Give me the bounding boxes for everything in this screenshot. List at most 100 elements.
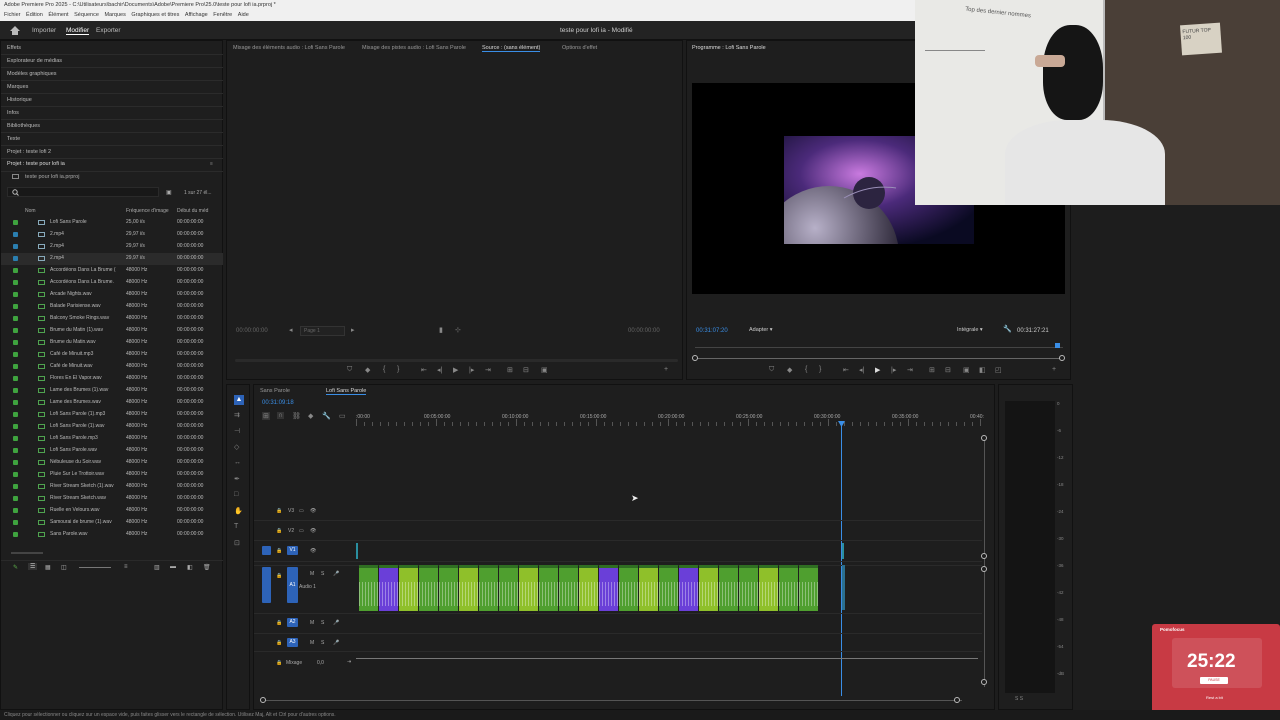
panel-projet-lofi2[interactable]: Projet : teste lofi 2 [7, 149, 51, 155]
pencil-icon[interactable]: ✎ [13, 564, 18, 571]
program-timecode[interactable]: 00:31:07:20 [696, 328, 728, 334]
label-color-swatch[interactable] [13, 412, 18, 417]
label-color-swatch[interactable] [13, 220, 18, 225]
lift-icon[interactable]: ⊞ [929, 366, 935, 374]
hand-tool-icon[interactable]: ✋ [234, 507, 243, 515]
tab-importer[interactable]: Importer [32, 27, 56, 34]
pen-tool-icon[interactable]: ✒ [234, 475, 240, 483]
prog-step-forward-icon[interactable]: |▸ [891, 366, 896, 374]
add-marker-tl-icon[interactable]: ◆ [308, 412, 313, 420]
settings-wrench-icon[interactable]: 🔧 [1003, 325, 1012, 333]
panel-historique[interactable]: Historique [7, 97, 32, 103]
play-icon[interactable]: ▶ [453, 366, 458, 374]
tab-sequence-sans-parole[interactable]: Sans Parole [260, 388, 290, 394]
vscroll-mid2-handle[interactable] [981, 566, 987, 572]
hscroll-left-handle[interactable] [260, 697, 266, 703]
export-frame-icon[interactable]: ▣ [541, 366, 548, 374]
vscroll-mid-handle[interactable] [981, 553, 987, 559]
menu-edition[interactable]: Édition [26, 12, 43, 18]
audio-clip[interactable] [639, 565, 658, 611]
prog-add-marker-icon[interactable]: ⛉ [769, 366, 774, 374]
project-menu-icon[interactable]: ≡ [210, 161, 213, 167]
meter-solo-labels[interactable]: S S [1015, 696, 1023, 702]
label-color-swatch[interactable] [13, 256, 18, 261]
audio-clip[interactable] [759, 565, 778, 611]
list-item[interactable]: Balade Parisiense.wav 48000 Hz 00:00:00:00 [1, 301, 223, 313]
audio-clip[interactable] [459, 565, 478, 611]
audio-clip[interactable] [519, 565, 538, 611]
eye-v1-icon[interactable]: 👁 [310, 548, 316, 554]
list-item[interactable]: Balcony Smoke Rings.wav 48000 Hz 00:00:00:… [1, 313, 223, 325]
lock-v1-icon[interactable]: 🔒 [276, 548, 282, 554]
timer-pause-button[interactable]: PAUSE [1200, 677, 1228, 684]
program-scrubber[interactable] [695, 358, 1063, 359]
panel-marques[interactable]: Marques [7, 84, 28, 90]
audio-clip[interactable] [439, 565, 458, 611]
tab-sequence-lofi[interactable]: Lofi Sans Parole [326, 388, 367, 395]
lock-v3-icon[interactable]: 🔒 [276, 508, 282, 514]
label-color-swatch[interactable] [13, 376, 18, 381]
prog-go-in-icon[interactable]: ⇤ [843, 366, 849, 374]
tab-exporter[interactable]: Exporter [96, 27, 121, 34]
label-color-swatch[interactable] [13, 388, 18, 393]
tab-options-effet[interactable]: Options d'effet [562, 45, 597, 51]
audio-clip[interactable] [419, 565, 438, 611]
list-item[interactable]: Nébuleuse du Soir.wav 48000 Hz 00:00:00:00 [1, 457, 223, 469]
panel-infos[interactable]: Infos [7, 110, 19, 116]
menu-element[interactable]: Élément [48, 12, 68, 18]
tab-mixage-pistes[interactable]: Mixage des pistes audio : Lofi Sans Paro… [362, 45, 466, 51]
audio-clip[interactable] [739, 565, 758, 611]
audio-clip[interactable] [359, 565, 378, 611]
quality-select[interactable]: Intégrale ▾ [954, 326, 996, 336]
lock-v2-icon[interactable]: 🔒 [276, 528, 282, 534]
label-color-swatch[interactable] [13, 340, 18, 345]
label-color-swatch[interactable] [13, 472, 18, 477]
mix-value[interactable]: 0,0 [317, 660, 324, 666]
home-icon[interactable] [10, 26, 20, 35]
list-item[interactable]: 2.mp4 29,97 i/s 00:00:00:00 [1, 253, 223, 265]
list-item[interactable]: Samourai de brume (1).wav 48000 Hz 00:00:0… [1, 517, 223, 529]
tab-source[interactable]: Source : (sans élément) [482, 45, 541, 52]
list-item[interactable]: Flores En El Vapor.wav 48000 Hz 00:00:00:0… [1, 373, 223, 385]
track-a3-label[interactable]: A3 [287, 638, 298, 647]
list-item[interactable]: Arcade Nights.wav 48000 Hz 00:00:00:00 [1, 289, 223, 301]
prog-export-frame-icon[interactable]: ▣ [963, 366, 970, 374]
col-frequence[interactable]: Fréquence d'image [126, 208, 169, 214]
label-color-swatch[interactable] [13, 352, 18, 357]
a1-end-marker[interactable] [842, 565, 845, 610]
tab-mixage-elements[interactable]: Mixage des éléments audio : Lofi Sans Pa… [233, 45, 345, 51]
audio-clip[interactable] [699, 565, 718, 611]
label-color-swatch[interactable] [13, 232, 18, 237]
list-item[interactable]: 2.mp4 29,97 i/s 00:00:00:00 [1, 229, 223, 241]
track-select-icon[interactable]: ⇉ [234, 411, 240, 419]
list-item[interactable]: Lame des Brumes.wav 48000 Hz 00:00:00:00 [1, 397, 223, 409]
track-a2-label[interactable]: A2 [287, 618, 298, 627]
timeline-timecode[interactable]: 00:31:09:18 [262, 400, 294, 406]
mic-a1-icon[interactable]: 🎤 [333, 571, 339, 577]
menu-fichier[interactable]: Fichier [4, 12, 21, 18]
safe-margins-icon[interactable]: ⊹ [455, 326, 461, 334]
v1-source-button[interactable] [262, 546, 271, 555]
audio-clip[interactable] [619, 565, 638, 611]
rectangle-tool-icon[interactable]: □ [234, 491, 238, 498]
list-item[interactable]: Sans Parole.wav 48000 Hz 00:00:00:00 [1, 529, 223, 541]
label-color-swatch[interactable] [13, 532, 18, 537]
prev-page-icon[interactable]: ◂ [289, 326, 293, 334]
step-back-icon[interactable]: ◂| [437, 366, 442, 374]
list-item[interactable]: River Stream Sketch (1).wav 48000 Hz 00:00… [1, 481, 223, 493]
label-color-swatch[interactable] [13, 316, 18, 321]
label-color-swatch[interactable] [13, 496, 18, 501]
label-color-swatch[interactable] [13, 304, 18, 309]
audio-clip[interactable] [399, 565, 418, 611]
audio-clip[interactable] [579, 565, 598, 611]
list-item[interactable]: Lofi Sans Parole (1).wav 48000 Hz 00:00:00… [1, 421, 223, 433]
list-item[interactable]: Accordéons Dans La Brume. 48000 Hz 00:00:0… [1, 277, 223, 289]
label-color-swatch[interactable] [13, 292, 18, 297]
panel-explorateur[interactable]: Explorateur de médias [7, 58, 62, 64]
mic-a3-icon[interactable]: 🎤 [333, 640, 339, 646]
list-view-icon[interactable]: ☰ [28, 563, 38, 570]
mute-a1-icon[interactable]: M [310, 571, 314, 577]
mix-track[interactable] [356, 658, 978, 659]
label-color-swatch[interactable] [13, 484, 18, 489]
panel-texte[interactable]: Texte [7, 136, 20, 142]
